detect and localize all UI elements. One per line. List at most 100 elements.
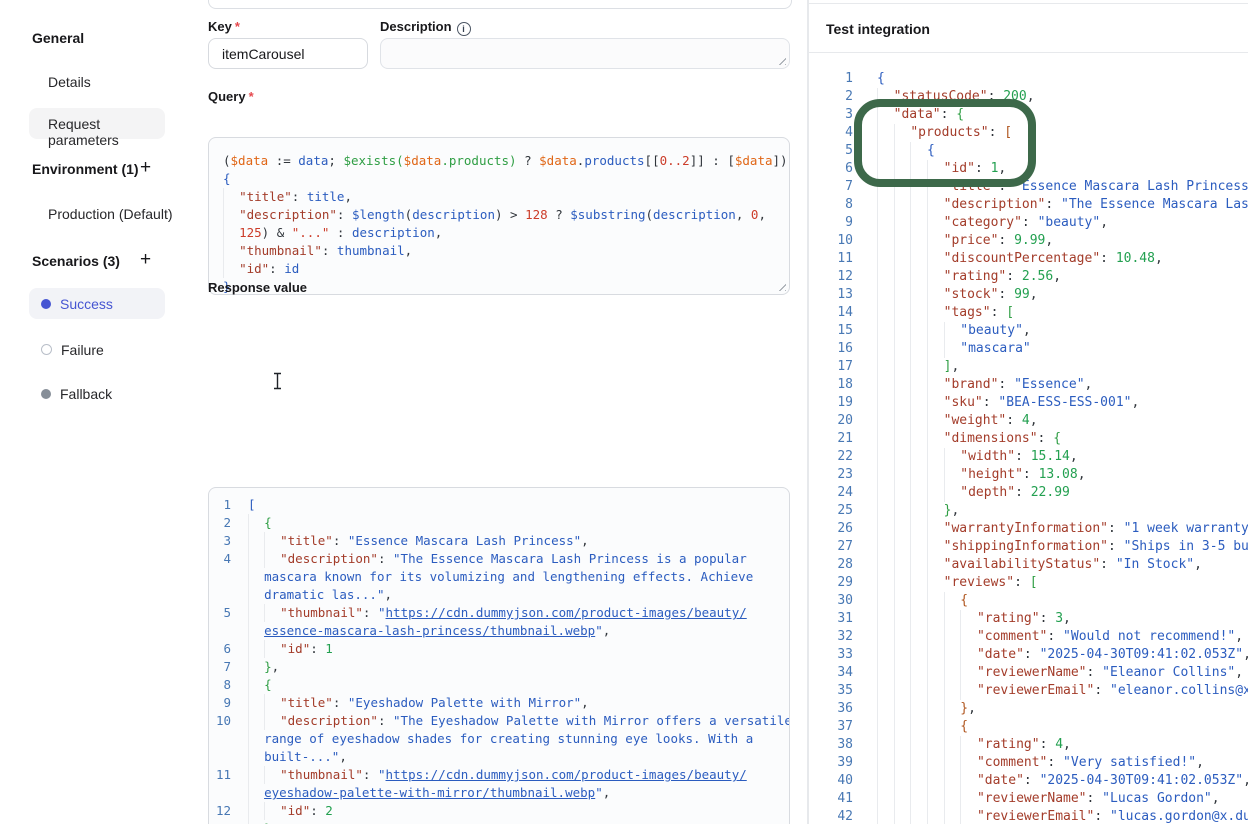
indent-guide: [877, 808, 894, 824]
description-textarea[interactable]: [380, 38, 790, 69]
scenario-item-success[interactable]: Success: [29, 288, 165, 319]
thumbnail-url-link[interactable]: https://cdn.dummyjson.com/product-images…: [386, 605, 747, 620]
code-token: ,: [1063, 737, 1071, 752]
indent-guide: [927, 574, 944, 592]
indent-guide: [927, 340, 944, 358]
code-token: "lucas.gordon@x.dummyjson.com": [1110, 809, 1248, 824]
indent-guide: [877, 700, 894, 718]
indent-guide: [944, 772, 961, 790]
indent-guide: [877, 286, 894, 304]
indent-guide: [894, 556, 911, 574]
code-token: $substring: [570, 207, 645, 222]
code-token: 4: [1022, 413, 1030, 428]
query-editor[interactable]: ($data := data; $exists($data.products) …: [208, 137, 790, 295]
indent-guide: [944, 682, 961, 700]
add-environment-button[interactable]: +: [140, 160, 151, 176]
key-input[interactable]: itemCarousel: [208, 38, 368, 69]
line-number: 3: [825, 106, 853, 124]
indent-guide: [927, 484, 944, 502]
code-token: 22.99: [1031, 485, 1070, 500]
indent-guide: [264, 766, 280, 784]
indent-guide: [223, 242, 239, 260]
code-token: "Ships in 3-5 business days": [1124, 539, 1248, 554]
code-token: "2025-04-30T09:41:02.053Z": [1040, 773, 1244, 788]
code-token: :: [1094, 809, 1110, 824]
code-token: "brand": [944, 377, 999, 392]
indent-guide: [927, 376, 944, 394]
add-scenario-button[interactable]: +: [140, 252, 151, 268]
indent-guide: [877, 664, 894, 682]
code-token: ,: [339, 749, 347, 764]
code-token: ;: [328, 153, 343, 168]
code-token: :: [1040, 737, 1056, 752]
resize-handle-icon[interactable]: [777, 56, 786, 65]
code-token: :: [1015, 449, 1031, 464]
code-token: "beauty": [1038, 215, 1101, 230]
code-token: :: [1023, 467, 1039, 482]
response-editor[interactable]: 1[2 {3 "title": "Essence Mascara Lash Pr…: [208, 487, 790, 824]
code-token: mascara known for its volumizing and len…: [264, 569, 753, 584]
code-token: 15.14: [1031, 449, 1070, 464]
indent-guide: [248, 712, 264, 730]
sidebar-item-production-default[interactable]: Production (Default): [48, 206, 173, 222]
indent-guide: [944, 466, 961, 484]
indent-guide: [894, 376, 911, 394]
code-token: :: [322, 243, 337, 258]
code-token: "weight": [944, 413, 1007, 428]
line-number: 4: [209, 550, 231, 568]
code-line: 36 },: [825, 700, 1248, 718]
indent-guide: [944, 718, 961, 736]
indent-guide: [894, 178, 911, 196]
line-number: 38: [825, 736, 853, 754]
scenario-label: Success: [60, 296, 113, 312]
code-token: "eleanor.collins@x.dummyjson.com": [1110, 683, 1248, 698]
code-line: 13 "stock": 99,: [825, 286, 1248, 304]
code-token: 2: [325, 803, 333, 818]
code-token: 99: [1014, 287, 1030, 302]
code-token: "statusCode": [894, 89, 988, 104]
indent-guide: [877, 322, 894, 340]
code-token: products: [584, 153, 644, 168]
sidebar-item-request-parameters[interactable]: Request parameters: [29, 108, 165, 139]
code-token: :: [1006, 269, 1022, 284]
cropped-element-bottom: [208, 0, 792, 9]
code-line: 32 "comment": "Would not recommend!",: [825, 628, 1248, 646]
indent-guide: [927, 664, 944, 682]
indent-guide: [944, 484, 961, 502]
code-token: "thumbnail": [239, 243, 322, 258]
sidebar-section-environment: Environment (1): [32, 161, 139, 177]
thumbnail-url-link[interactable]: https://cdn.dummyjson.com/product-images…: [386, 767, 747, 782]
key-label: Key*: [208, 19, 240, 34]
indent-guide: [910, 394, 927, 412]
code-token: "2025-04-30T09:41:02.053Z": [1040, 647, 1244, 662]
sidebar-item-details[interactable]: Details: [48, 74, 91, 90]
thumbnail-url-link[interactable]: essence-mascara-lash-princess/thumbnail.…: [264, 623, 595, 638]
indent-guide: [927, 232, 944, 250]
thumbnail-url-link[interactable]: eyeshadow-palette-with-mirror/thumbnail.…: [264, 785, 595, 800]
scenario-item-fallback[interactable]: Fallback: [29, 378, 165, 409]
indent-guide: [877, 502, 894, 520]
indent-guide: [927, 304, 944, 322]
info-icon[interactable]: i: [457, 22, 471, 36]
indent-guide: [910, 160, 927, 178]
indent-guide: [944, 754, 961, 772]
code-token: ": [378, 605, 386, 620]
indent-guide: [927, 394, 944, 412]
code-token: "id": [944, 161, 975, 176]
scenario-item-failure[interactable]: Failure: [29, 334, 165, 365]
description-label-text: Description: [380, 19, 452, 34]
code-token: "title": [280, 695, 333, 710]
text-cursor-icon: [272, 372, 283, 390]
indent-guide: [910, 286, 927, 304]
code-token: "width": [960, 449, 1015, 464]
code-token: :: [1015, 485, 1031, 500]
code-line: 2 "statusCode": 200,: [825, 88, 1248, 106]
code-line: 10 "description": "The Eyeshadow Palette…: [209, 712, 789, 730]
code-token: ,: [1155, 251, 1163, 266]
indent-guide: [877, 448, 894, 466]
code-token: {: [956, 107, 964, 122]
indent-guide: [877, 88, 894, 106]
indent-guide: [927, 754, 944, 772]
query-code: ($data := data; $exists($data.products) …: [209, 138, 789, 295]
indent-guide: [894, 412, 911, 430]
